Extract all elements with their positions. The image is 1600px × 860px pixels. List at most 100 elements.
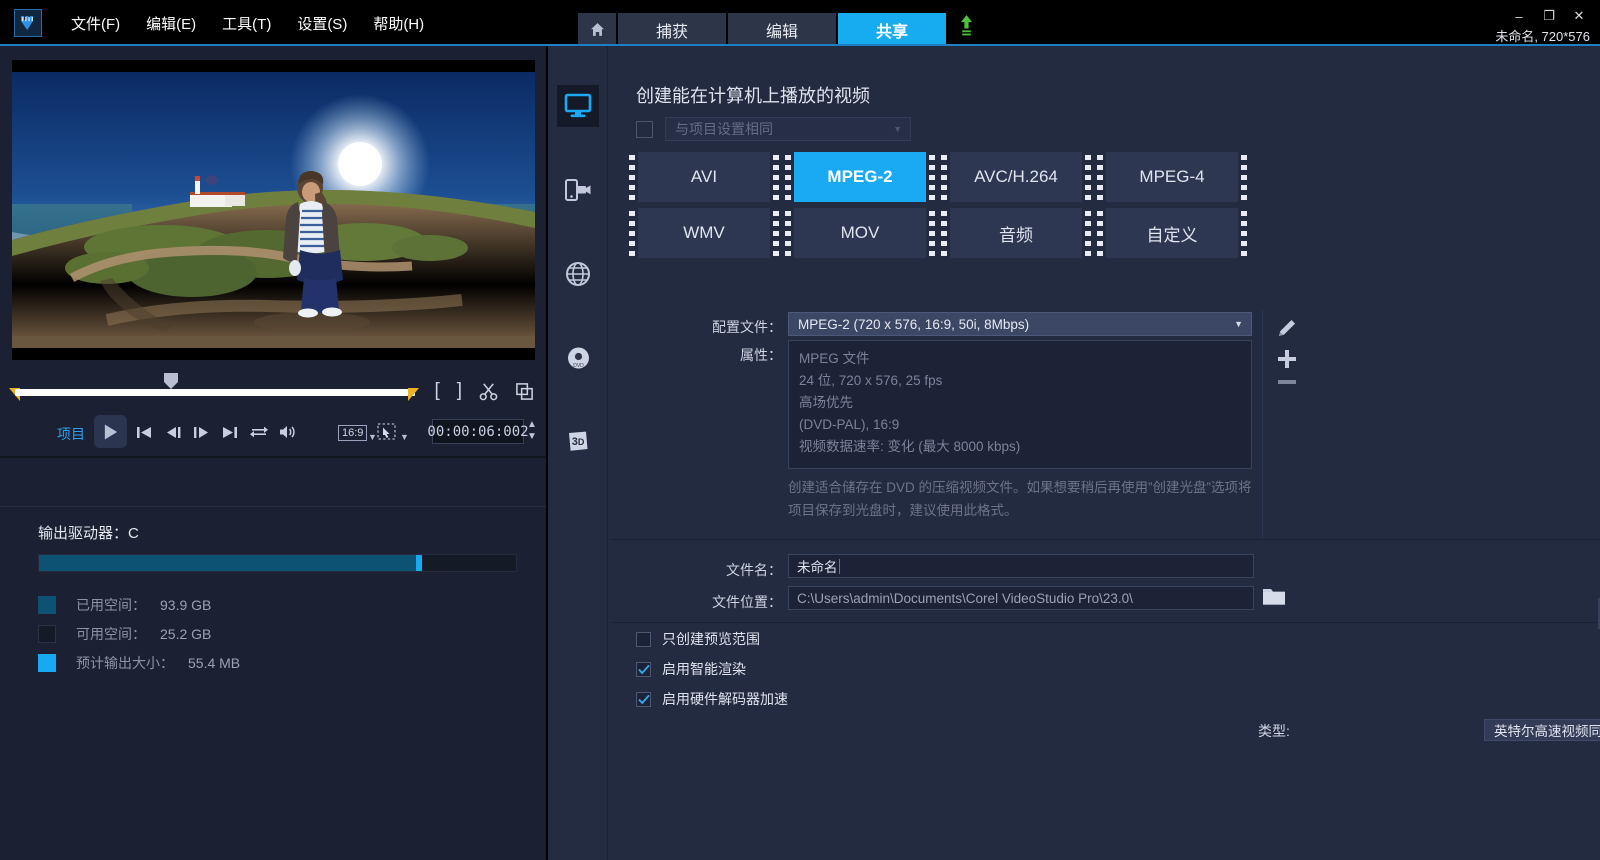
project-setting-checkbox[interactable] [636, 121, 653, 138]
export-frame-icon[interactable] [515, 382, 534, 401]
rail-item-disc[interactable]: DVD [557, 337, 599, 379]
format-button-wmv[interactable]: WMV [638, 208, 770, 258]
scrub-track[interactable] [15, 389, 415, 396]
project-mode-label[interactable]: 项目 [57, 424, 85, 444]
format-cell: 自定义 [1096, 205, 1252, 261]
tab-share[interactable]: 共享 [838, 13, 946, 46]
legend-free: 可用空间： 25.2 GB [38, 624, 211, 644]
properties-line: (DVD-PAL), 16:9 [799, 414, 1241, 436]
rail-item-device[interactable] [557, 169, 599, 211]
properties-box: MPEG 文件 24 位, 720 x 576, 25 fps 高场优先 (DV… [788, 340, 1252, 469]
timecode-stepper[interactable]: ▲▼ [527, 419, 537, 443]
format-button-avc-h264[interactable]: AVC/H.264 [950, 152, 1082, 202]
format-button-mpeg2[interactable]: MPEG-2 [794, 152, 926, 202]
format-button-custom[interactable]: 自定义 [1106, 208, 1238, 258]
speaker-icon [278, 424, 298, 440]
drive-usage-bar [38, 554, 517, 572]
aspect-ratio-button[interactable]: 16:9 [338, 425, 367, 441]
checkbox-row-hw-decoder[interactable]: 启用硬件解码器加速 [636, 689, 788, 709]
video-preview[interactable] [12, 60, 535, 360]
checkbox-row-preview-range[interactable]: 只创建预览范围 [636, 629, 760, 649]
format-button-audio[interactable]: 音频 [950, 208, 1082, 258]
timecode-field[interactable]: 00:00:06:002 [432, 419, 524, 444]
close-button[interactable]: ✕ [1566, 6, 1592, 26]
project-setting-select: 与项目设置相同 ▼ [665, 117, 911, 141]
checkbox-label-smart-render: 启用智能渲染 [662, 659, 746, 679]
format-cell: MPEG-4 [1096, 149, 1252, 205]
rail-item-computer[interactable] [557, 85, 599, 127]
split-clip-icon[interactable] [479, 382, 498, 401]
restore-button[interactable]: ❐ [1536, 6, 1562, 26]
crop-chevron-down-icon[interactable]: ▼ [400, 432, 409, 442]
share-pane: DVD 3D 创建能在计算机上播放的视频 与项目设置相同 ▼ AVI [548, 46, 1600, 860]
upload-arrow-icon[interactable] [958, 14, 975, 43]
check-icon [638, 664, 650, 675]
film-perforation-left [1096, 208, 1105, 258]
mark-in-button[interactable]: [ [434, 380, 439, 402]
format-button-avi[interactable]: AVI [638, 152, 770, 202]
previous-frame-button[interactable] [161, 420, 187, 444]
checkbox-row-smart-render[interactable]: 启用智能渲染 [636, 659, 746, 679]
remove-profile-button[interactable] [1275, 376, 1299, 388]
minimize-button[interactable]: – [1506, 6, 1532, 26]
checkbox-label-preview-range: 只创建预览范围 [662, 629, 760, 649]
monitor-icon [564, 93, 592, 119]
skip-end-button[interactable] [217, 420, 243, 444]
format-button-mpeg4[interactable]: MPEG-4 [1106, 152, 1238, 202]
format-row-1: AVI MPEG-2 AVC/H.264 MPEG-4 [628, 149, 1253, 205]
profile-select[interactable]: MPEG-2 (720 x 576, 16:9, 50i, 8Mbps) ▼ [788, 312, 1252, 336]
volume-button[interactable] [275, 420, 301, 444]
menu-item-help[interactable]: 帮助(H) [360, 9, 437, 38]
tab-edit[interactable]: 编辑 [728, 13, 836, 46]
next-frame-button[interactable] [187, 420, 213, 444]
filelocation-label: 文件位置： [670, 592, 782, 612]
section-title: 创建能在计算机上播放的视频 [636, 82, 870, 108]
rail-item-web[interactable] [557, 253, 599, 295]
menu-item-edit[interactable]: 编辑(E) [133, 9, 209, 38]
3d-icon: 3D [565, 429, 591, 455]
menu-item-settings[interactable]: 设置(S) [284, 9, 360, 38]
skip-start-button[interactable] [131, 420, 157, 444]
format-button-mov[interactable]: MOV [794, 208, 926, 258]
edit-profile-button[interactable] [1275, 317, 1299, 341]
filename-input[interactable]: 未命名 [788, 554, 1254, 578]
add-profile-button[interactable] [1275, 347, 1299, 371]
svg-text:DVD: DVD [573, 363, 584, 369]
folder-icon [1262, 585, 1288, 609]
tab-capture[interactable]: 捕获 [618, 13, 726, 46]
profile-chevron-down-icon: ▼ [1234, 319, 1243, 329]
checkbox-preview-range[interactable] [636, 632, 651, 647]
drive-estimate-marker [416, 555, 422, 571]
legend-value-estimate: 55.4 MB [188, 655, 240, 671]
main-tabs: 捕获 编辑 共享 [578, 13, 975, 46]
format-cell: MPEG-2 [784, 149, 940, 205]
crop-region-icon[interactable] [377, 423, 397, 448]
clip-tool-buttons: [ ] [434, 380, 534, 402]
skip-end-icon [221, 425, 239, 440]
menu-item-file[interactable]: 文件(F) [58, 9, 133, 38]
app-logo-icon [14, 9, 42, 37]
minus-icon [1275, 376, 1299, 388]
checkbox-hw-decoder[interactable] [636, 692, 651, 707]
aspect-ratio-chevron-down-icon[interactable]: ▼ [368, 432, 377, 442]
play-button[interactable] [94, 415, 127, 448]
film-perforation-left [784, 208, 793, 258]
film-perforation-right [1240, 208, 1249, 258]
repeat-button[interactable] [246, 420, 272, 444]
type-select[interactable]: 英特尔高速视频同步 ▼ [1484, 719, 1600, 741]
browse-folder-button[interactable] [1262, 585, 1288, 609]
filename-label: 文件名： [670, 560, 782, 580]
film-perforation-right [1084, 152, 1093, 202]
filelocation-input[interactable]: C:\Users\admin\Documents\Corel VideoStud… [788, 586, 1254, 610]
rail-item-3d[interactable]: 3D [557, 421, 599, 463]
mark-out-button[interactable]: ] [457, 380, 462, 402]
playhead-handle[interactable] [163, 372, 179, 390]
trim-out-handle[interactable] [408, 388, 419, 401]
film-perforation-left [628, 152, 637, 202]
share-target-rail: DVD 3D [548, 46, 608, 860]
legend-value-used: 93.9 GB [160, 597, 211, 613]
tab-home[interactable] [578, 13, 616, 46]
preview-scrubber[interactable]: [ ] [0, 364, 548, 410]
checkbox-smart-render[interactable] [636, 662, 651, 677]
menu-item-tools[interactable]: 工具(T) [209, 9, 284, 38]
